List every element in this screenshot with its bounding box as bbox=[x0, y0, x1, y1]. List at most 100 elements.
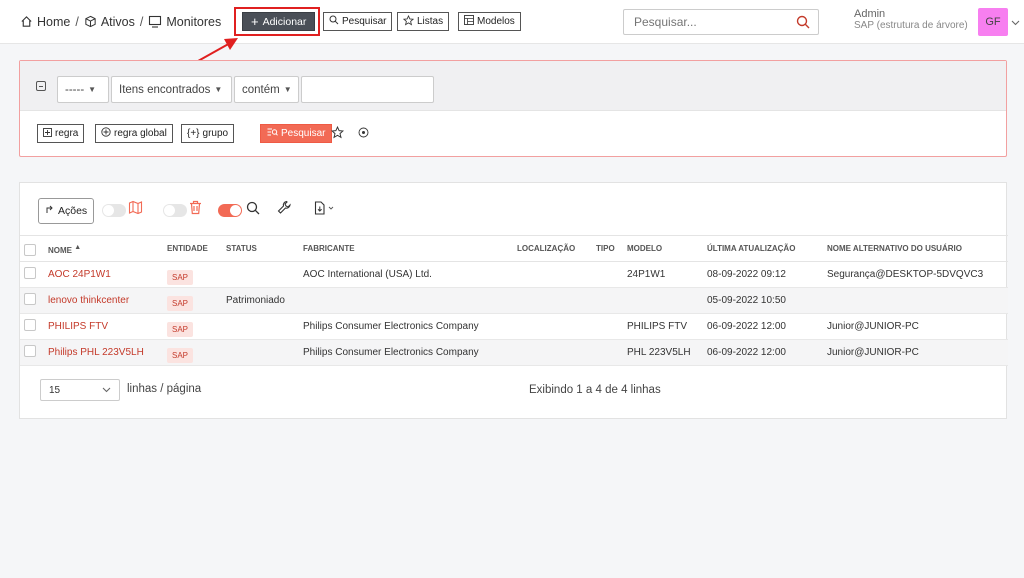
add-global-rule-button[interactable]: regra global bbox=[95, 124, 173, 143]
location-cell bbox=[513, 339, 592, 366]
column-header-name[interactable]: NOME ▲ bbox=[44, 235, 163, 262]
filter-search-label: Pesquisar bbox=[281, 128, 326, 139]
field-select[interactable]: ----- ▼ bbox=[57, 76, 109, 103]
results-panel: Ações NOME ▲ ENTIDADE STATUS FABRICANTE … bbox=[19, 182, 1008, 419]
trash-toggle[interactable] bbox=[163, 204, 187, 217]
name-cell: lenovo thinkcenter bbox=[44, 287, 163, 314]
chevron-down-icon[interactable] bbox=[1011, 17, 1020, 29]
wrench-icon[interactable] bbox=[277, 200, 292, 218]
type-cell bbox=[592, 261, 623, 288]
breadcrumb-assets[interactable]: Ativos bbox=[101, 15, 135, 29]
table-row: AOC 24P1W1 SAP AOC International (USA) L… bbox=[20, 261, 1008, 288]
user-entity: SAP (estrutura de árvore) bbox=[854, 20, 968, 31]
entity-cell: SAP bbox=[163, 339, 222, 366]
global-search-input[interactable] bbox=[624, 10, 784, 34]
row-select-cell bbox=[20, 339, 44, 366]
filter-search-icon bbox=[267, 127, 278, 140]
sort-asc-icon: ▲ bbox=[74, 244, 82, 251]
last-update-cell: 08-09-2022 09:12 bbox=[703, 261, 823, 288]
map-toggle[interactable] bbox=[102, 204, 126, 217]
add-group-button[interactable]: {+} grupo bbox=[181, 124, 235, 143]
select-all-cell bbox=[20, 235, 44, 262]
criteria-select[interactable]: Itens encontrados ▼ bbox=[111, 76, 232, 103]
status-cell bbox=[222, 261, 299, 288]
add-rule-button[interactable]: regra bbox=[37, 124, 85, 143]
asset-name-link[interactable]: AOC 24P1W1 bbox=[48, 269, 111, 280]
add-global-rule-label: regra global bbox=[114, 128, 167, 139]
page-size-label: linhas / página bbox=[127, 383, 202, 395]
monitor-icon bbox=[148, 15, 162, 29]
search-button[interactable]: Pesquisar bbox=[323, 12, 393, 31]
models-button[interactable]: Modelos bbox=[458, 12, 521, 31]
filter-search-button[interactable]: Pesquisar bbox=[260, 124, 333, 143]
asset-name-link[interactable]: lenovo thinkcenter bbox=[48, 295, 129, 306]
column-header-entity[interactable]: ENTIDADE bbox=[163, 235, 222, 262]
column-header-type[interactable]: TIPO bbox=[592, 235, 623, 262]
row-checkbox[interactable] bbox=[24, 319, 36, 331]
entity-badge: SAP bbox=[167, 296, 194, 311]
circle-plus-icon bbox=[101, 127, 111, 140]
type-cell bbox=[592, 313, 623, 340]
row-checkbox[interactable] bbox=[24, 267, 36, 279]
row-checkbox[interactable] bbox=[24, 293, 36, 305]
column-header-model[interactable]: MODELO bbox=[623, 235, 703, 262]
chevron-down-icon bbox=[102, 385, 111, 396]
cube-icon bbox=[84, 15, 97, 29]
table-header-row: NOME ▲ ENTIDADE STATUS FABRICANTE LOCALI… bbox=[20, 235, 1008, 262]
star-icon[interactable] bbox=[330, 125, 345, 142]
circle-dot-icon[interactable] bbox=[358, 127, 369, 141]
breadcrumb-home[interactable]: Home bbox=[37, 15, 70, 29]
models-button-label: Modelos bbox=[477, 16, 515, 27]
user-info[interactable]: Admin SAP (estrutura de árvore) bbox=[854, 8, 968, 32]
location-cell bbox=[513, 287, 592, 314]
alt-user-cell: Junior@JUNIOR-PC bbox=[823, 313, 1008, 340]
operator-select[interactable]: contém ▼ bbox=[234, 76, 299, 103]
square-plus-icon bbox=[43, 127, 52, 140]
results-table: NOME ▲ ENTIDADE STATUS FABRICANTE LOCALI… bbox=[20, 235, 1008, 366]
criteria-select-value: Itens encontrados bbox=[119, 83, 211, 96]
arrow-turn-icon bbox=[45, 205, 54, 217]
entity-cell: SAP bbox=[163, 313, 222, 340]
criteria-value-input[interactable] bbox=[301, 76, 434, 103]
column-header-status[interactable]: STATUS bbox=[222, 235, 299, 262]
export-icon[interactable] bbox=[314, 201, 336, 218]
select-all-checkbox[interactable] bbox=[24, 244, 36, 256]
asset-name-link[interactable]: Philips PHL 223V5LH bbox=[48, 347, 144, 358]
table-row: PHILIPS FTV SAP Philips Consumer Electro… bbox=[20, 313, 1008, 340]
actions-button-label: Ações bbox=[58, 205, 88, 217]
lists-button[interactable]: Listas bbox=[397, 12, 450, 31]
entity-badge: SAP bbox=[167, 270, 194, 285]
avatar[interactable]: GF bbox=[978, 8, 1008, 36]
row-checkbox[interactable] bbox=[24, 345, 36, 357]
column-header-location[interactable]: LOCALIZAÇÃO bbox=[513, 235, 592, 262]
column-header-last-update[interactable]: ÚLTIMA ATUALIZAÇÃO bbox=[703, 235, 823, 262]
model-cell: 24P1W1 bbox=[623, 261, 703, 288]
home-icon bbox=[20, 15, 33, 29]
table-row: lenovo thinkcenter SAP Patrimoniado 05-0… bbox=[20, 287, 1008, 314]
type-cell bbox=[592, 287, 623, 314]
name-cell: PHILIPS FTV bbox=[44, 313, 163, 340]
operator-select-value: contém bbox=[242, 83, 280, 96]
alt-user-cell bbox=[823, 287, 1008, 314]
collapse-icon[interactable] bbox=[36, 81, 46, 91]
row-select-cell bbox=[20, 287, 44, 314]
search-icon bbox=[329, 15, 339, 28]
asset-name-link[interactable]: PHILIPS FTV bbox=[48, 321, 108, 332]
search-toggle[interactable] bbox=[218, 204, 242, 217]
row-select-cell bbox=[20, 313, 44, 340]
entity-cell: SAP bbox=[163, 261, 222, 288]
criteria-row: ----- ▼ Itens encontrados ▼ contém ▼ bbox=[20, 61, 1006, 111]
page-size-select[interactable]: 15 bbox=[40, 379, 120, 401]
user-name: Admin bbox=[854, 8, 886, 20]
search-icon[interactable] bbox=[796, 15, 810, 32]
entity-cell: SAP bbox=[163, 287, 222, 314]
location-cell bbox=[513, 261, 592, 288]
status-cell bbox=[222, 313, 299, 340]
actions-button[interactable]: Ações bbox=[38, 198, 95, 224]
template-icon bbox=[464, 15, 474, 28]
column-header-manufacturer[interactable]: FABRICANTE bbox=[299, 235, 513, 262]
breadcrumb-separator: / bbox=[139, 15, 144, 29]
manufacturer-cell: Philips Consumer Electronics Company bbox=[299, 339, 513, 366]
caret-down-icon: ▼ bbox=[214, 85, 223, 94]
column-header-alt-user[interactable]: NOME ALTERNATIVO DO USUÁRIO bbox=[823, 235, 1008, 262]
